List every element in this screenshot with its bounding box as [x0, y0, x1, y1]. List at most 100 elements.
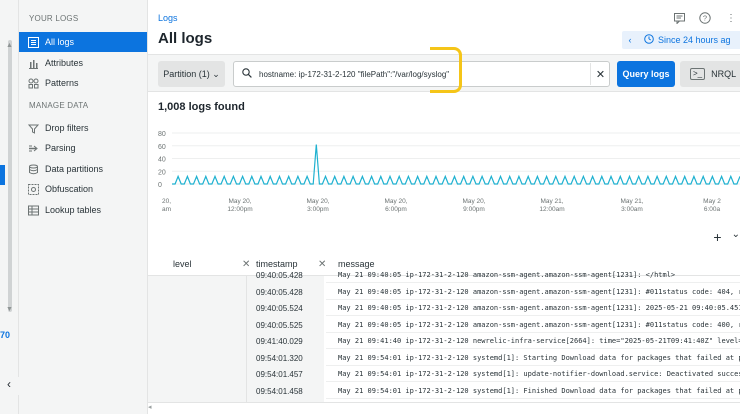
message-cell: May 21 09:54:01 ip-172-31-2-120 systemd[…	[338, 386, 740, 395]
obfuscation-icon	[27, 183, 39, 195]
row-divider	[326, 364, 740, 366]
x-tick-label: May 2	[703, 198, 721, 205]
log-volume-chart: 80 60 40 20 0 20, am May 20, 12:00pm May 20, 3:00p…	[148, 124, 740, 216]
search-query-text: hostname: ip-172-31-2-120 "filePath":"/v…	[259, 69, 450, 79]
row-divider	[326, 331, 740, 333]
row-divider	[326, 348, 740, 349]
time-range-label: Since 24 hours ag	[658, 35, 731, 45]
timestamp-cell: 09:54:01.458	[256, 386, 303, 396]
nrql-label: NRQL	[711, 69, 737, 79]
rail-scrollbar[interactable]	[8, 40, 12, 312]
x-tick-label: 20,	[162, 198, 171, 205]
nrql-button[interactable]: >_ NRQL	[680, 61, 740, 87]
clock-icon	[644, 33, 654, 47]
header-actions: ? ⋮	[670, 10, 740, 26]
chart-svg: 80604020020,amMay 20,12:00pmMay 20,3:00p…	[158, 131, 740, 213]
add-column-icon[interactable]: +	[713, 229, 721, 245]
table-row[interactable]: 09:40:05.524 May 21 09:40:05 ip-172-31-2-…	[148, 301, 740, 316]
scroll-left-icon[interactable]: ◂	[148, 403, 152, 411]
sidebar-item-drop-filters[interactable]: Drop filters	[19, 118, 147, 138]
table-row[interactable]: 09:40:05.525 May 21 09:40:05 ip-172-31-2-…	[148, 318, 740, 333]
y-tick-label: 60	[158, 144, 166, 151]
sidebar-heading-logs: YOUR LOGS	[29, 14, 79, 23]
y-tick-label: 20	[158, 169, 166, 176]
message-cell: May 21 09:41:40 ip-172-31-2-120 newrelic…	[338, 337, 740, 345]
sidebar-item-patterns[interactable]: Patterns	[19, 73, 147, 93]
sidebar-heading-manage: MANAGE DATA	[29, 101, 89, 110]
sidebar: YOUR LOGS All logs Attributes Patterns M…	[19, 0, 148, 414]
rail-active-marker	[0, 165, 5, 185]
page-title: All logs	[158, 30, 213, 47]
more-icon[interactable]: ⋮	[722, 10, 740, 26]
message-cell: May 21 09:54:01 ip-172-31-2-120 systemd[…	[338, 353, 740, 362]
x-tick-label: 12:00pm	[227, 206, 252, 213]
row-divider	[326, 315, 740, 316]
main-content: Logs All logs ? ⋮ ‹ Since 24 hours ag Pa…	[148, 0, 740, 414]
y-tick-label: 40	[158, 157, 166, 164]
logs-found-count: 1,008 logs found	[158, 101, 245, 113]
chevron-left-icon: ‹	[7, 377, 11, 391]
breadcrumb[interactable]: Logs	[158, 13, 178, 23]
table-row[interactable]: 09:40:05.428 May 21 09:40:05 ip-172-31-2-…	[148, 268, 740, 283]
x-tick-label: 12:00am	[539, 206, 564, 213]
timestamp-cell: 09:40:05.428	[256, 271, 303, 280]
x-tick-label: 9:00pm	[463, 206, 485, 213]
x-tick-label: 6:00pm	[385, 206, 407, 213]
sidebar-item-obfuscation[interactable]: Obfuscation	[19, 179, 147, 199]
more-actions-icon[interactable]: ⌄	[732, 229, 740, 245]
x-tick-label: am	[162, 206, 171, 213]
x-tick-label: May 21,	[620, 198, 643, 205]
sidebar-item-all-logs[interactable]: All logs	[19, 32, 147, 52]
horizontal-scrollbar[interactable]: ◂	[148, 402, 740, 414]
table-row[interactable]: 09:41:40.029 May 21 09:41:40 ip-172-31-2-…	[148, 334, 740, 349]
message-cell: May 21 09:54:01 ip-172-31-2-120 systemd[…	[338, 370, 740, 378]
help-icon[interactable]: ?	[696, 10, 714, 26]
table-icon	[27, 204, 39, 216]
x-tick-label: May 20,	[306, 198, 329, 205]
chevron-left-icon[interactable]: ‹	[622, 35, 638, 45]
sidebar-item-lookup-tables[interactable]: Lookup tables	[19, 200, 147, 220]
query-logs-button[interactable]: Query logs	[617, 61, 675, 87]
sidebar-item-parsing[interactable]: Parsing	[19, 138, 147, 158]
sidebar-item-data-partitions[interactable]: Data partitions	[19, 159, 147, 179]
timestamp-cell: 09:40:05.524	[256, 304, 303, 313]
patterns-icon	[27, 77, 39, 89]
scroll-up-icon[interactable]: ▲	[6, 42, 13, 49]
table-actions: + ⌄	[713, 229, 740, 245]
feedback-icon[interactable]	[670, 10, 688, 26]
clear-search-button[interactable]: ✕	[590, 63, 610, 85]
message-cell: May 21 09:40:05 ip-172-31-2-120 amazon-s…	[338, 287, 740, 296]
table-row[interactable]: 09:54:01.457 May 21 09:54:01 ip-172-31-2-…	[148, 367, 740, 382]
row-divider	[326, 381, 740, 382]
series-line	[172, 144, 740, 185]
left-rail: ▲ ▼ 70	[0, 0, 19, 414]
sidebar-item-label: Data partitions	[45, 164, 104, 174]
x-tick-label: May 20,	[384, 198, 407, 205]
x-tick-label: May 20,	[228, 198, 251, 205]
table-row[interactable]: 09:40:05.428 May 21 09:40:05 ip-172-31-2-…	[148, 285, 740, 300]
time-picker[interactable]: ‹ Since 24 hours ag	[622, 31, 740, 49]
x-tick-label: 3:00am	[621, 206, 643, 213]
x-tick-label: 3:00pm	[307, 206, 329, 213]
message-cell: May 21 09:40:05 ip-172-31-2-120 amazon-s…	[338, 320, 740, 329]
search-input[interactable]: hostname: ip-172-31-2-120 "filePath":"/v…	[233, 61, 610, 87]
rail-number: 70	[0, 330, 11, 340]
annotation-highlight	[430, 47, 462, 93]
sidebar-item-label: All logs	[45, 37, 75, 47]
filter-icon	[27, 122, 39, 134]
terminal-icon: >_	[690, 68, 706, 80]
sidebar-item-label: Attributes	[45, 58, 84, 68]
sidebar-item-attributes[interactable]: Attributes	[19, 53, 147, 73]
timestamp-cell: 09:41:40.029	[256, 337, 303, 346]
bar-chart-icon	[27, 57, 39, 69]
message-cell: May 21 09:40:05 ip-172-31-2-120 amazon-s…	[338, 304, 740, 312]
table-row[interactable]: 09:54:01.320 May 21 09:54:01 ip-172-31-2-…	[148, 351, 740, 366]
table-row[interactable]: 09:54:01.458 May 21 09:54:01 ip-172-31-2-…	[148, 384, 740, 399]
scroll-down-icon[interactable]: ▼	[6, 306, 13, 313]
timestamp-cell: 09:54:01.457	[256, 370, 303, 379]
query-bar: Partition (1) ⌄ hostname: ip-172-31-2-12…	[148, 47, 740, 93]
partition-dropdown[interactable]: Partition (1) ⌄	[158, 61, 225, 87]
y-tick-label: 80	[158, 131, 166, 138]
x-tick-label: 6:00a	[704, 206, 721, 213]
row-divider	[326, 282, 740, 283]
